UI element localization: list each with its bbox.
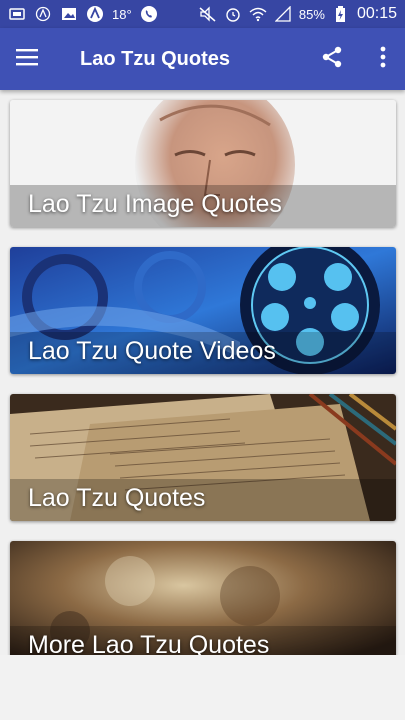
phone-icon <box>140 5 158 23</box>
mute-icon <box>199 5 217 23</box>
card-list: Lao Tzu Image Quotes Lao Tzu Quote Video… <box>0 90 405 655</box>
battery-percent: 85% <box>298 6 325 22</box>
signal-icon <box>274 5 292 23</box>
wifi-icon <box>249 5 267 23</box>
card-label: Lao Tzu Quote Videos <box>28 337 276 365</box>
app-notification-icon <box>86 5 104 23</box>
card-label: Lao Tzu Quotes <box>28 484 206 512</box>
more-options-button[interactable] <box>373 44 393 74</box>
page-title: Lao Tzu Quotes <box>80 47 230 70</box>
share-icon <box>320 45 344 74</box>
status-bar: 18° 85% 00:15 <box>0 0 405 28</box>
card-label: Lao Tzu Image Quotes <box>28 190 282 218</box>
temperature: 18° <box>112 6 132 22</box>
app-bar: Lao Tzu Quotes <box>0 28 405 90</box>
menu-icon <box>16 48 40 71</box>
battery-charging-icon <box>332 5 350 23</box>
card-label: More Lao Tzu Quotes <box>28 631 270 655</box>
gallery-icon <box>60 5 78 23</box>
more-vert-icon <box>380 46 386 73</box>
card-more-quotes[interactable]: More Lao Tzu Quotes <box>10 541 396 655</box>
menu-button[interactable] <box>0 28 56 90</box>
share-button[interactable] <box>317 44 347 74</box>
clock: 00:15 <box>356 5 397 22</box>
avast-icon <box>34 5 52 23</box>
card-quote-videos[interactable]: Lao Tzu Quote Videos <box>10 247 396 374</box>
bottom-blank-area <box>0 655 405 720</box>
card-quotes[interactable]: Lao Tzu Quotes <box>10 394 396 521</box>
card-image-quotes[interactable]: Lao Tzu Image Quotes <box>10 100 396 227</box>
notification-icon-1 <box>8 5 26 23</box>
alarm-icon <box>224 5 242 23</box>
